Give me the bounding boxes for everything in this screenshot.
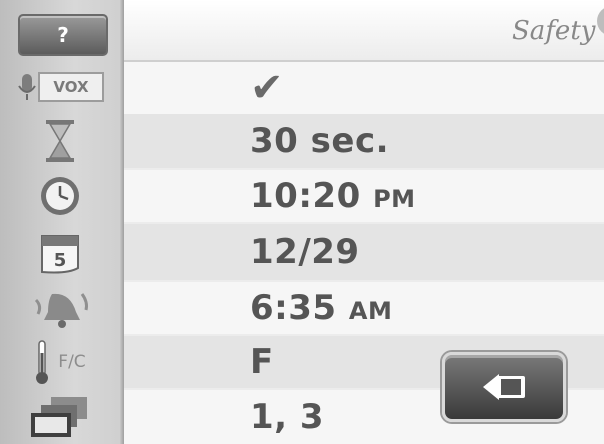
row-vox[interactable]: ✔ xyxy=(124,62,604,114)
time-value: 10:20 PM xyxy=(250,176,416,216)
brand-badge: 1st xyxy=(597,6,604,36)
sidebar-item-temperature[interactable]: F/C xyxy=(0,336,120,388)
hourglass-icon xyxy=(46,120,74,162)
sidebar-item-alarm[interactable] xyxy=(0,282,120,334)
brand-logo: Safety 1st xyxy=(512,6,604,54)
date-value: 12/29 xyxy=(250,232,360,272)
camera-channels-icon xyxy=(31,397,87,437)
vox-icon: VOX xyxy=(38,72,104,102)
timer-value: 30 sec. xyxy=(250,121,390,161)
row-date[interactable]: 12/29 xyxy=(124,224,604,280)
help-button[interactable]: ? xyxy=(18,14,108,56)
sidebar-item-vox[interactable]: VOX xyxy=(0,62,120,112)
back-button[interactable] xyxy=(442,352,566,422)
main-panel: ✔ 30 sec. 10:20 PM 12/29 6:35 AM F 1, 3 xyxy=(124,0,604,444)
vox-checkmark: ✔ xyxy=(250,65,285,111)
help-icon: ? xyxy=(57,23,69,47)
temp-unit-value: F xyxy=(250,342,274,382)
back-arrow-icon xyxy=(483,374,525,400)
alarm-ampm: AM xyxy=(348,297,393,325)
calendar-icon: 5 xyxy=(41,235,79,274)
settings-screen: VOX 5 F/C ✔ 30 sec. 10:20 PM 12/29 6:35 … xyxy=(0,0,604,444)
sidebar-item-clock[interactable] xyxy=(0,170,120,222)
clock-icon xyxy=(41,177,79,215)
row-alarm[interactable]: 6:35 AM xyxy=(124,282,604,334)
alarm-bell-icon xyxy=(34,293,88,328)
row-timer[interactable]: 30 sec. xyxy=(124,114,604,168)
microphone-icon xyxy=(18,74,36,100)
row-time[interactable]: 10:20 PM xyxy=(124,170,604,222)
sidebar-item-timer[interactable] xyxy=(0,114,120,168)
thermometer-icon xyxy=(36,340,49,384)
cameras-value: 1, 3 xyxy=(250,397,325,437)
fc-label: F/C xyxy=(58,352,86,372)
time-ampm: PM xyxy=(373,185,416,213)
brand-text: Safety xyxy=(512,16,596,46)
alarm-value: 6:35 AM xyxy=(250,288,393,328)
sidebar: VOX 5 F/C xyxy=(0,0,124,444)
svg-text:5: 5 xyxy=(54,250,67,271)
sidebar-item-cameras[interactable] xyxy=(0,390,120,444)
sidebar-item-date[interactable]: 5 xyxy=(0,224,120,280)
